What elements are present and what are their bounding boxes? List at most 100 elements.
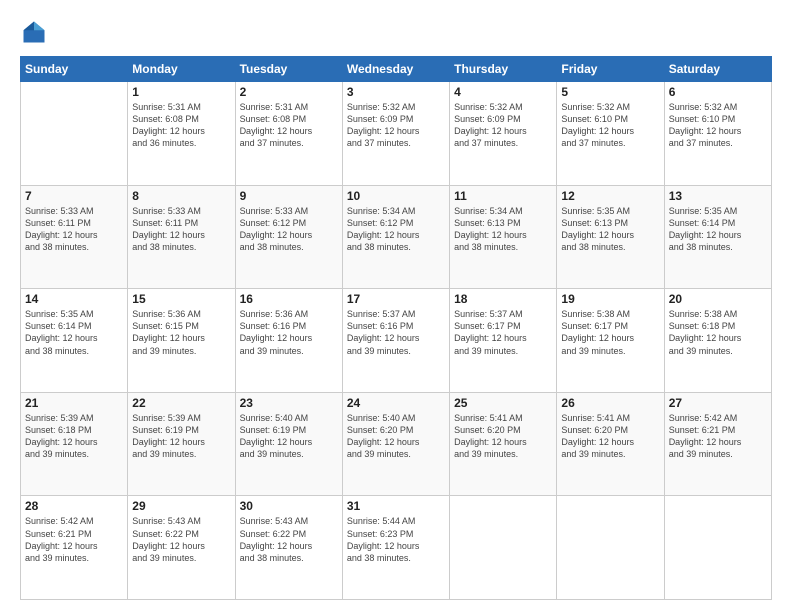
- calendar-table: SundayMondayTuesdayWednesdayThursdayFrid…: [20, 56, 772, 600]
- cell-info: Sunrise: 5:37 AM Sunset: 6:16 PM Dayligh…: [347, 308, 445, 357]
- calendar-cell: 11 Sunrise: 5:34 AM Sunset: 6:13 PM Dayli…: [450, 185, 557, 289]
- day-number: 3: [347, 85, 445, 99]
- calendar-week-4: 21Sunrise: 5:39 AM Sunset: 6:18 PM Dayli…: [21, 392, 772, 496]
- day-number: 17: [347, 292, 445, 306]
- calendar-cell: 26 Sunrise: 5:41 AM Sunset: 6:20 PM Dayli…: [557, 392, 664, 496]
- day-number: 13: [669, 189, 767, 203]
- day-number: 25: [454, 396, 552, 410]
- day-number: 4: [454, 85, 552, 99]
- day-number: 19: [561, 292, 659, 306]
- cell-info: Sunrise: 5:41 AM Sunset: 6:20 PM Dayligh…: [561, 412, 659, 461]
- calendar-cell: 2Sunrise: 5:31 AM Sunset: 6:08 PM Daylig…: [235, 82, 342, 186]
- cell-info: Sunrise: 5:40 AM Sunset: 6:19 PM Dayligh…: [240, 412, 338, 461]
- calendar-cell: 22 Sunrise: 5:39 AM Sunset: 6:19 PM Dayli…: [128, 392, 235, 496]
- day-number: 8: [132, 189, 230, 203]
- cell-info: Sunrise: 5:34 AM Sunset: 6:12 PM Dayligh…: [347, 205, 445, 254]
- cell-info: Sunrise: 5:35 AM Sunset: 6:14 PM Dayligh…: [669, 205, 767, 254]
- weekday-header-thursday: Thursday: [450, 57, 557, 82]
- day-number: 18: [454, 292, 552, 306]
- calendar-cell: 19 Sunrise: 5:38 AM Sunset: 6:17 PM Dayli…: [557, 289, 664, 393]
- calendar-cell: 31 Sunrise: 5:44 AM Sunset: 6:23 PM Dayli…: [342, 496, 449, 600]
- cell-info: Sunrise: 5:33 AM Sunset: 6:11 PM Dayligh…: [25, 205, 123, 254]
- calendar-cell: 23Sunrise: 5:40 AM Sunset: 6:19 PM Dayli…: [235, 392, 342, 496]
- day-number: 10: [347, 189, 445, 203]
- day-number: 22: [132, 396, 230, 410]
- weekday-header-wednesday: Wednesday: [342, 57, 449, 82]
- weekday-header-friday: Friday: [557, 57, 664, 82]
- calendar-cell: 3 Sunrise: 5:32 AM Sunset: 6:09 PM Daylig…: [342, 82, 449, 186]
- calendar-cell: 6 Sunrise: 5:32 AM Sunset: 6:10 PM Daylig…: [664, 82, 771, 186]
- weekday-header-saturday: Saturday: [664, 57, 771, 82]
- cell-info: Sunrise: 5:36 AM Sunset: 6:16 PM Dayligh…: [240, 308, 338, 357]
- calendar-cell: 7 Sunrise: 5:33 AM Sunset: 6:11 PM Daylig…: [21, 185, 128, 289]
- cell-info: Sunrise: 5:37 AM Sunset: 6:17 PM Dayligh…: [454, 308, 552, 357]
- calendar-cell: 21Sunrise: 5:39 AM Sunset: 6:18 PM Dayli…: [21, 392, 128, 496]
- calendar-cell: 27Sunrise: 5:42 AM Sunset: 6:21 PM Dayli…: [664, 392, 771, 496]
- cell-info: Sunrise: 5:33 AM Sunset: 6:11 PM Dayligh…: [132, 205, 230, 254]
- day-number: 29: [132, 499, 230, 513]
- calendar-week-3: 14 Sunrise: 5:35 AM Sunset: 6:14 PM Dayli…: [21, 289, 772, 393]
- cell-info: Sunrise: 5:44 AM Sunset: 6:23 PM Dayligh…: [347, 515, 445, 564]
- cell-info: Sunrise: 5:35 AM Sunset: 6:14 PM Dayligh…: [25, 308, 123, 357]
- day-number: 28: [25, 499, 123, 513]
- cell-info: Sunrise: 5:36 AM Sunset: 6:15 PM Dayligh…: [132, 308, 230, 357]
- calendar-cell: [21, 82, 128, 186]
- weekday-header-monday: Monday: [128, 57, 235, 82]
- day-number: 6: [669, 85, 767, 99]
- day-number: 1: [132, 85, 230, 99]
- calendar-cell: 13 Sunrise: 5:35 AM Sunset: 6:14 PM Dayli…: [664, 185, 771, 289]
- calendar-week-5: 28Sunrise: 5:42 AM Sunset: 6:21 PM Dayli…: [21, 496, 772, 600]
- calendar-cell: 18 Sunrise: 5:37 AM Sunset: 6:17 PM Dayli…: [450, 289, 557, 393]
- day-number: 11: [454, 189, 552, 203]
- calendar-cell: 9Sunrise: 5:33 AM Sunset: 6:12 PM Daylig…: [235, 185, 342, 289]
- calendar-header-row: SundayMondayTuesdayWednesdayThursdayFrid…: [21, 57, 772, 82]
- calendar-cell: 29 Sunrise: 5:43 AM Sunset: 6:22 PM Dayli…: [128, 496, 235, 600]
- day-number: 26: [561, 396, 659, 410]
- calendar-cell: 24 Sunrise: 5:40 AM Sunset: 6:20 PM Dayli…: [342, 392, 449, 496]
- cell-info: Sunrise: 5:32 AM Sunset: 6:10 PM Dayligh…: [561, 101, 659, 150]
- calendar-cell: 5Sunrise: 5:32 AM Sunset: 6:10 PM Daylig…: [557, 82, 664, 186]
- calendar-cell: 1 Sunrise: 5:31 AM Sunset: 6:08 PM Daylig…: [128, 82, 235, 186]
- calendar-cell: [450, 496, 557, 600]
- calendar-cell: [664, 496, 771, 600]
- calendar-cell: 28Sunrise: 5:42 AM Sunset: 6:21 PM Dayli…: [21, 496, 128, 600]
- cell-info: Sunrise: 5:32 AM Sunset: 6:09 PM Dayligh…: [347, 101, 445, 150]
- day-number: 7: [25, 189, 123, 203]
- calendar-cell: 25 Sunrise: 5:41 AM Sunset: 6:20 PM Dayli…: [450, 392, 557, 496]
- cell-info: Sunrise: 5:31 AM Sunset: 6:08 PM Dayligh…: [132, 101, 230, 150]
- calendar-cell: 20 Sunrise: 5:38 AM Sunset: 6:18 PM Dayli…: [664, 289, 771, 393]
- day-number: 20: [669, 292, 767, 306]
- day-number: 21: [25, 396, 123, 410]
- calendar-cell: 12Sunrise: 5:35 AM Sunset: 6:13 PM Dayli…: [557, 185, 664, 289]
- cell-info: Sunrise: 5:43 AM Sunset: 6:22 PM Dayligh…: [240, 515, 338, 564]
- day-number: 2: [240, 85, 338, 99]
- cell-info: Sunrise: 5:32 AM Sunset: 6:09 PM Dayligh…: [454, 101, 552, 150]
- logo-icon: [20, 18, 48, 46]
- logo: [20, 18, 52, 46]
- calendar-cell: 16 Sunrise: 5:36 AM Sunset: 6:16 PM Dayli…: [235, 289, 342, 393]
- day-number: 16: [240, 292, 338, 306]
- calendar-week-1: 1 Sunrise: 5:31 AM Sunset: 6:08 PM Daylig…: [21, 82, 772, 186]
- day-number: 31: [347, 499, 445, 513]
- calendar-cell: [557, 496, 664, 600]
- day-number: 14: [25, 292, 123, 306]
- cell-info: Sunrise: 5:39 AM Sunset: 6:19 PM Dayligh…: [132, 412, 230, 461]
- day-number: 24: [347, 396, 445, 410]
- calendar-cell: 4 Sunrise: 5:32 AM Sunset: 6:09 PM Daylig…: [450, 82, 557, 186]
- calendar-cell: 8 Sunrise: 5:33 AM Sunset: 6:11 PM Daylig…: [128, 185, 235, 289]
- cell-info: Sunrise: 5:41 AM Sunset: 6:20 PM Dayligh…: [454, 412, 552, 461]
- cell-info: Sunrise: 5:43 AM Sunset: 6:22 PM Dayligh…: [132, 515, 230, 564]
- calendar-cell: 10 Sunrise: 5:34 AM Sunset: 6:12 PM Dayli…: [342, 185, 449, 289]
- calendar-week-2: 7 Sunrise: 5:33 AM Sunset: 6:11 PM Daylig…: [21, 185, 772, 289]
- cell-info: Sunrise: 5:38 AM Sunset: 6:18 PM Dayligh…: [669, 308, 767, 357]
- calendar-cell: 17 Sunrise: 5:37 AM Sunset: 6:16 PM Dayli…: [342, 289, 449, 393]
- calendar-cell: 14 Sunrise: 5:35 AM Sunset: 6:14 PM Dayli…: [21, 289, 128, 393]
- calendar-cell: 15Sunrise: 5:36 AM Sunset: 6:15 PM Dayli…: [128, 289, 235, 393]
- day-number: 9: [240, 189, 338, 203]
- cell-info: Sunrise: 5:34 AM Sunset: 6:13 PM Dayligh…: [454, 205, 552, 254]
- cell-info: Sunrise: 5:32 AM Sunset: 6:10 PM Dayligh…: [669, 101, 767, 150]
- cell-info: Sunrise: 5:40 AM Sunset: 6:20 PM Dayligh…: [347, 412, 445, 461]
- calendar-cell: 30 Sunrise: 5:43 AM Sunset: 6:22 PM Dayli…: [235, 496, 342, 600]
- cell-info: Sunrise: 5:38 AM Sunset: 6:17 PM Dayligh…: [561, 308, 659, 357]
- day-number: 30: [240, 499, 338, 513]
